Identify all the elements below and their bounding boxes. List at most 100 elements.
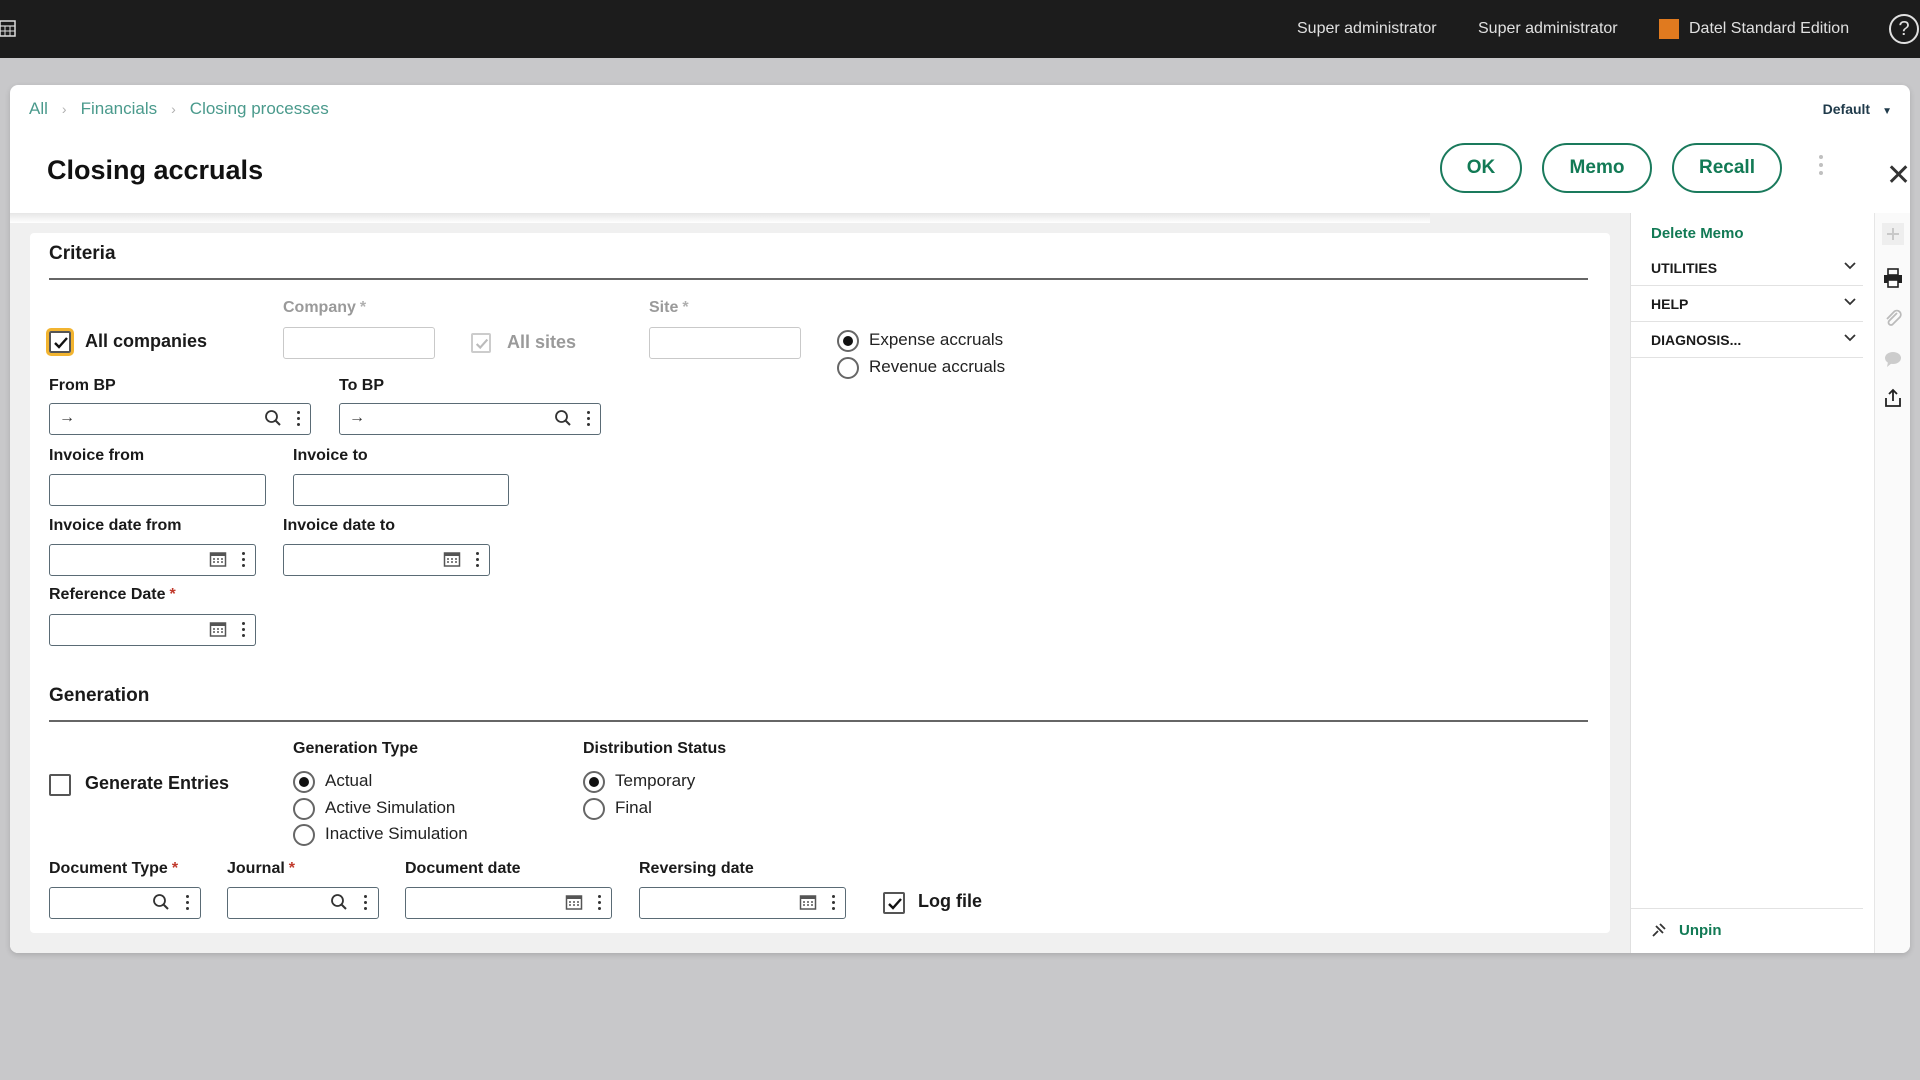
- document-date-input[interactable]: [405, 887, 612, 919]
- unpin-button[interactable]: Unpin: [1651, 922, 1722, 939]
- diagnosis-label: DIAGNOSIS...: [1651, 332, 1742, 348]
- breadcrumb-financials[interactable]: Financials: [81, 99, 158, 119]
- generation-section-title: Generation: [49, 685, 150, 706]
- more-options-icon[interactable]: [832, 895, 836, 913]
- chevron-down-icon: [1844, 298, 1856, 306]
- reversing-date-input[interactable]: [639, 887, 846, 919]
- generation-type-inactive-simulation-radio[interactable]: [293, 824, 315, 846]
- more-options-icon[interactable]: [186, 895, 190, 913]
- close-icon[interactable]: ✕: [1886, 161, 1910, 191]
- delete-memo-link[interactable]: Delete Memo: [1651, 225, 1744, 242]
- utilities-label: UTILITIES: [1651, 260, 1718, 276]
- calendar-grid-icon[interactable]: [0, 18, 16, 38]
- search-icon[interactable]: [152, 893, 170, 911]
- chevron-right-icon: ›: [171, 101, 176, 117]
- document-type-label-text: Document Type: [49, 860, 168, 877]
- generation-divider: [49, 720, 1588, 722]
- user-name-1[interactable]: Super administrator: [1297, 20, 1437, 38]
- document-type-input[interactable]: [49, 887, 201, 919]
- more-options-icon[interactable]: [476, 552, 480, 570]
- revenue-accruals-radio[interactable]: [837, 357, 859, 379]
- from-bp-input[interactable]: →: [49, 403, 311, 435]
- site-input[interactable]: [649, 327, 801, 359]
- view-selector[interactable]: Default ▼: [1823, 101, 1892, 117]
- search-icon[interactable]: [330, 893, 348, 911]
- edition-color-icon: [1659, 19, 1679, 39]
- utilities-accordion[interactable]: UTILITIES: [1631, 250, 1863, 286]
- top-bar: Super administrator Super administrator …: [0, 0, 1920, 58]
- ok-button[interactable]: OK: [1440, 143, 1522, 193]
- generation-type-active-simulation-radio[interactable]: [293, 798, 315, 820]
- criteria-section-title: Criteria: [49, 243, 116, 264]
- calendar-icon[interactable]: [799, 893, 817, 911]
- reference-date-input[interactable]: [49, 614, 256, 646]
- invoice-from-input[interactable]: [49, 474, 266, 506]
- required-mark: *: [171, 860, 179, 877]
- generate-entries-checkbox[interactable]: [49, 774, 71, 796]
- more-options-icon[interactable]: [364, 895, 368, 913]
- help-accordion[interactable]: HELP: [1631, 286, 1863, 322]
- share-icon[interactable]: [1882, 387, 1904, 409]
- breadcrumb-all[interactable]: All: [29, 99, 48, 119]
- diagnosis-accordion[interactable]: DIAGNOSIS...: [1631, 322, 1863, 358]
- expense-accruals-label: Expense accruals: [869, 330, 1004, 349]
- comment-icon[interactable]: [1882, 348, 1904, 370]
- calendar-icon[interactable]: [209, 550, 227, 568]
- invoice-to-input[interactable]: [293, 474, 509, 506]
- more-options-icon[interactable]: [297, 411, 301, 429]
- more-options-icon[interactable]: [598, 895, 602, 913]
- edition-name[interactable]: Datel Standard Edition: [1689, 20, 1849, 38]
- side-panel: Delete Memo UTILITIES HELP DIAGNOSIS... …: [1630, 213, 1874, 953]
- memo-button[interactable]: Memo: [1542, 143, 1652, 193]
- attachment-icon[interactable]: [1882, 308, 1904, 330]
- breadcrumb-closing-processes[interactable]: Closing processes: [190, 99, 329, 119]
- calendar-icon[interactable]: [443, 550, 461, 568]
- print-icon[interactable]: [1882, 267, 1904, 289]
- main-card: All › Financials › Closing processes Default…: [10, 85, 1910, 953]
- company-label-text: Company: [283, 299, 356, 316]
- form-content: Criteria All companies Company * All site…: [30, 233, 1610, 933]
- more-options-icon[interactable]: [242, 552, 246, 570]
- generation-type-active-simulation-label: Active Simulation: [325, 798, 456, 817]
- reversing-date-label: Reversing date: [639, 860, 754, 877]
- company-input[interactable]: [283, 327, 435, 359]
- more-actions-icon[interactable]: [1818, 155, 1824, 179]
- distribution-status-label: Distribution Status: [583, 740, 727, 757]
- site-label: Site *: [649, 299, 689, 317]
- reference-date-label: Reference Date *: [49, 586, 176, 604]
- log-file-label: Log file: [918, 891, 982, 911]
- search-icon[interactable]: [264, 409, 282, 427]
- generation-type-actual-radio[interactable]: [293, 771, 315, 793]
- required-mark: *: [682, 299, 689, 316]
- expense-accruals-radio[interactable]: [837, 330, 859, 352]
- calendar-icon[interactable]: [209, 620, 227, 638]
- distribution-temporary-radio[interactable]: [583, 771, 605, 793]
- journal-input[interactable]: [227, 887, 379, 919]
- chevron-down-icon: [1844, 262, 1856, 270]
- criteria-divider: [49, 278, 1588, 280]
- unpin-divider: [1631, 908, 1863, 909]
- more-options-icon[interactable]: [242, 622, 246, 640]
- unpin-icon: [1652, 923, 1666, 937]
- all-sites-checkbox[interactable]: [471, 333, 491, 353]
- help-icon[interactable]: ?: [1889, 14, 1919, 44]
- more-options-icon[interactable]: [587, 411, 591, 429]
- plus-icon[interactable]: [1882, 223, 1904, 245]
- calendar-icon[interactable]: [565, 893, 583, 911]
- site-label-text: Site: [649, 299, 679, 316]
- company-label: Company *: [283, 299, 366, 317]
- generate-entries-label: Generate Entries: [85, 773, 230, 793]
- distribution-final-radio[interactable]: [583, 798, 605, 820]
- search-icon[interactable]: [554, 409, 572, 427]
- invoice-from-label: Invoice from: [49, 447, 145, 464]
- invoice-date-to-input[interactable]: [283, 544, 490, 576]
- arrow-right-icon: →: [59, 409, 75, 426]
- log-file-checkbox[interactable]: [883, 892, 905, 914]
- invoice-date-from-input[interactable]: [49, 544, 256, 576]
- recall-button[interactable]: Recall: [1672, 143, 1782, 193]
- breadcrumb: All › Financials › Closing processes: [29, 99, 329, 119]
- all-companies-checkbox[interactable]: [46, 328, 74, 356]
- to-bp-input[interactable]: →: [339, 403, 601, 435]
- document-type-label: Document Type *: [49, 860, 178, 878]
- user-name-2[interactable]: Super administrator: [1478, 20, 1618, 38]
